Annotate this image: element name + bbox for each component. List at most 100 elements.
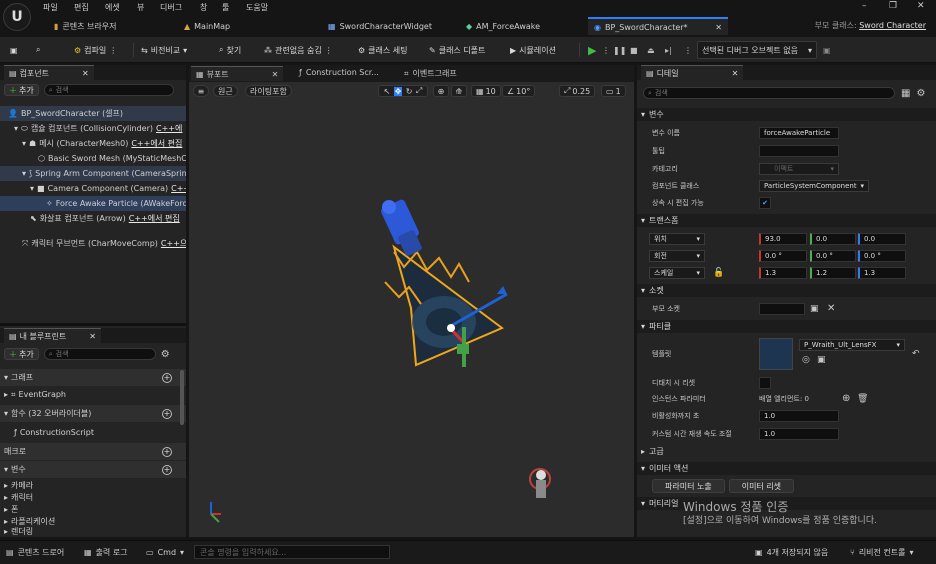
minimize-icon[interactable]: –	[862, 1, 867, 11]
scale-z-field[interactable]: 1.3	[858, 266, 906, 279]
close-window-icon[interactable]: ✕	[917, 1, 925, 11]
tree-row-camera[interactable]: ▾■Camera Component (Camera)C++으	[0, 181, 186, 196]
content-drawer-button[interactable]: ▤ 콘텐츠 드로어	[6, 545, 64, 559]
output-log-button[interactable]: ▦ 출력 로그	[84, 545, 128, 559]
tab-construction-script[interactable]: ƒ Construction Scr...	[299, 68, 379, 77]
hide-unrelated-button[interactable]: ⁂ 관련없음 숨김 ⋮	[264, 41, 333, 59]
class-defaults-button[interactable]: ✎ 클래스 디폴트	[429, 41, 485, 59]
details-search-input[interactable]: ⌕ 검색	[643, 87, 895, 99]
compile-button[interactable]: ⚙ 컴파일 ⋮	[74, 41, 117, 59]
graphs-section[interactable]: ▾ 그래프 +	[0, 369, 186, 386]
components-tab[interactable]: ▤ 컴포넌트 ✕	[4, 65, 94, 80]
tab-sword-character-widget[interactable]: ▦ SwordCharacterWidget	[322, 17, 438, 35]
play-options-button[interactable]: ⋮	[602, 41, 610, 59]
section-transform[interactable]: ▾ 트랜스폼	[637, 214, 936, 227]
blueprint-scrollbar[interactable]	[180, 370, 184, 425]
section-advanced[interactable]: ▸ 고급	[637, 445, 936, 458]
close-tab-icon[interactable]: ✕	[715, 23, 722, 32]
menu-help[interactable]: 도움말	[246, 2, 268, 13]
viewport-canvas[interactable]: ≡ 원근 라이팅포함 ↖ ✥ ↻ ⤢ ⊕ ⟰ ▦ 10 ∠ 10° ⤢ 0.25 ▭ 1	[189, 82, 634, 537]
add-element-icon[interactable]: ⊕	[842, 393, 850, 404]
revision-control-button[interactable]: ⑂ 리비전 컨트롤 ▾	[850, 545, 914, 559]
menu-view[interactable]: 뷰	[137, 2, 144, 13]
gear-icon[interactable]: ⚙	[916, 88, 925, 99]
tab-event-graph[interactable]: ⌗ 이벤트그래프	[404, 68, 457, 79]
tree-row-sword-mesh[interactable]: ⬡ Basic Sword Mesh (MyStaticMeshC	[0, 151, 186, 166]
rotation-z-field[interactable]: 0.0 °	[858, 249, 906, 262]
section-variable[interactable]: ▾ 변수	[637, 108, 936, 121]
eject-button[interactable]: ⏏	[647, 41, 655, 59]
simulation-button[interactable]: ▶ 시뮬레이션	[510, 41, 556, 59]
template-thumbnail[interactable]	[759, 338, 793, 370]
unreal-logo-icon[interactable]: U	[3, 3, 31, 31]
rotation-x-field[interactable]: 0.0 °	[759, 249, 807, 262]
section-sockets[interactable]: ▾ 소켓	[637, 284, 936, 297]
add-function-icon[interactable]: +	[162, 408, 172, 419]
kill-on-deactivate-checkbox[interactable]	[759, 376, 771, 389]
tab-viewport[interactable]: ▦ 뷰포트 ✕	[191, 66, 284, 81]
section-emitter-actions[interactable]: ▾ 이미터 액션	[637, 462, 936, 475]
close-tab-icon[interactable]: ✕	[732, 69, 739, 78]
property-matrix-icon[interactable]: ▦	[901, 88, 910, 99]
add-blueprint-item-button[interactable]: ＋ 추가	[4, 348, 39, 360]
tab-content-browser[interactable]: ▮ 콘텐츠 브라우저	[48, 17, 122, 35]
functions-section[interactable]: ▾ 함수 (32 오버라이더블) +	[0, 405, 186, 422]
browse-asset-icon[interactable]: ▣	[817, 355, 826, 365]
editable-inherit-checkbox[interactable]: ✔	[759, 196, 771, 209]
tree-row-mesh[interactable]: ▾ ☗ 메시 (CharacterMesh0) C++에서 편집	[0, 136, 186, 151]
variables-section[interactable]: ▾ 변수 +	[0, 461, 186, 478]
tree-row-arrow[interactable]: ⬉ 화살표 컴포넌트 (Arrow) C++에서 편집	[0, 211, 186, 226]
class-settings-button[interactable]: ⚙ 클래스 세팅	[358, 41, 408, 59]
scale-mode-combo[interactable]: 스케일 ▾	[649, 266, 705, 279]
close-tab-icon[interactable]: ✕	[89, 332, 96, 341]
use-selected-icon[interactable]: ◎	[802, 355, 810, 365]
event-graph-item[interactable]: ▸ ⌗ EventGraph	[4, 388, 66, 401]
tab-am-force-awake[interactable]: ◆ AM_ForceAwake	[460, 17, 546, 35]
tree-row-force-awake-particle[interactable]: ✧ Force Awake Particle (AWakeForc	[0, 196, 186, 211]
tree-row-spring-arm[interactable]: ▾ ⟆ Spring Arm Component (CameraSprin	[0, 166, 186, 181]
blueprint-search-input[interactable]: ⌕ 검색	[43, 348, 156, 360]
tab-bp-sword-character[interactable]: ◉ BP_SwordCharacter* ✕	[588, 17, 728, 35]
menu-asset[interactable]: 에셋	[105, 2, 120, 13]
cmd-selector[interactable]: ▭ Cmd ▾	[146, 545, 184, 559]
section-particles[interactable]: ▾ 파티클	[637, 320, 936, 333]
debug-object-select[interactable]: 선택된 디버그 오브젝트 없음 ▾	[697, 41, 817, 59]
construction-script-item[interactable]: ƒ ConstructionScript	[14, 426, 94, 439]
find-button[interactable]: ⌕ 찾기	[219, 41, 241, 59]
menu-window[interactable]: 창	[200, 2, 207, 13]
trash-icon[interactable]: 🗑	[857, 394, 868, 404]
var-category-rendering[interactable]: ▸ 렌더링	[4, 526, 33, 536]
category-combo[interactable]: 이펙트 ▾	[759, 162, 839, 175]
debug-object-browse[interactable]: ▣	[823, 41, 831, 59]
template-combo[interactable]: P_Wraith_Ult_LensFX ▾	[799, 339, 905, 351]
reset-emitter-button[interactable]: 이미터 리셋	[728, 479, 795, 493]
parent-socket-field[interactable]	[759, 302, 805, 315]
location-x-field[interactable]: 93.0	[759, 232, 807, 245]
play-button[interactable]: ▶	[588, 41, 596, 59]
close-tab-icon[interactable]: ✕	[272, 70, 279, 79]
rotation-y-field[interactable]: 0.0 °	[810, 249, 856, 262]
unsaved-assets-button[interactable]: ▣ 4개 저장되지 않음	[755, 545, 828, 559]
menu-file[interactable]: 파일	[43, 2, 58, 13]
add-graph-icon[interactable]: +	[162, 372, 172, 383]
tooltip-field[interactable]	[759, 144, 839, 157]
component-class-combo[interactable]: ParticleSystemComponent ▾	[759, 179, 869, 192]
my-blueprint-tab[interactable]: ▤ 내 블루프린트 ✕	[4, 328, 101, 343]
variable-name-field[interactable]: forceAwakeParticle	[759, 126, 839, 139]
maximize-icon[interactable]: ❐	[889, 1, 897, 11]
details-tab[interactable]: ▤ 디테일 ✕	[641, 65, 744, 80]
menu-edit[interactable]: 편집	[74, 2, 89, 13]
seconds-before-inactive-field[interactable]: 1.0	[759, 409, 839, 422]
expose-parameters-button[interactable]: 파라미터 노출	[652, 479, 725, 493]
save-button[interactable]: ▣	[10, 41, 18, 59]
more-options-icon[interactable]: ⋮	[325, 46, 333, 55]
tree-row-capsule[interactable]: ▾ ⬭ 캡슐 컴포넌트 (CollisionCylinder) C++에	[0, 121, 186, 136]
rotation-mode-combo[interactable]: 회전 ▾	[649, 249, 705, 262]
components-search-input[interactable]: ⌕ 검색	[43, 84, 174, 96]
location-mode-combo[interactable]: 위치 ▾	[649, 232, 705, 245]
reset-icon[interactable]: ↶	[912, 349, 920, 359]
console-input[interactable]: 콘솔 명령을 입력하세요...	[194, 545, 390, 559]
panel-splitter[interactable]	[0, 323, 186, 326]
menu-tools[interactable]: 툴	[222, 2, 229, 13]
location-y-field[interactable]: 0.0	[810, 232, 856, 245]
